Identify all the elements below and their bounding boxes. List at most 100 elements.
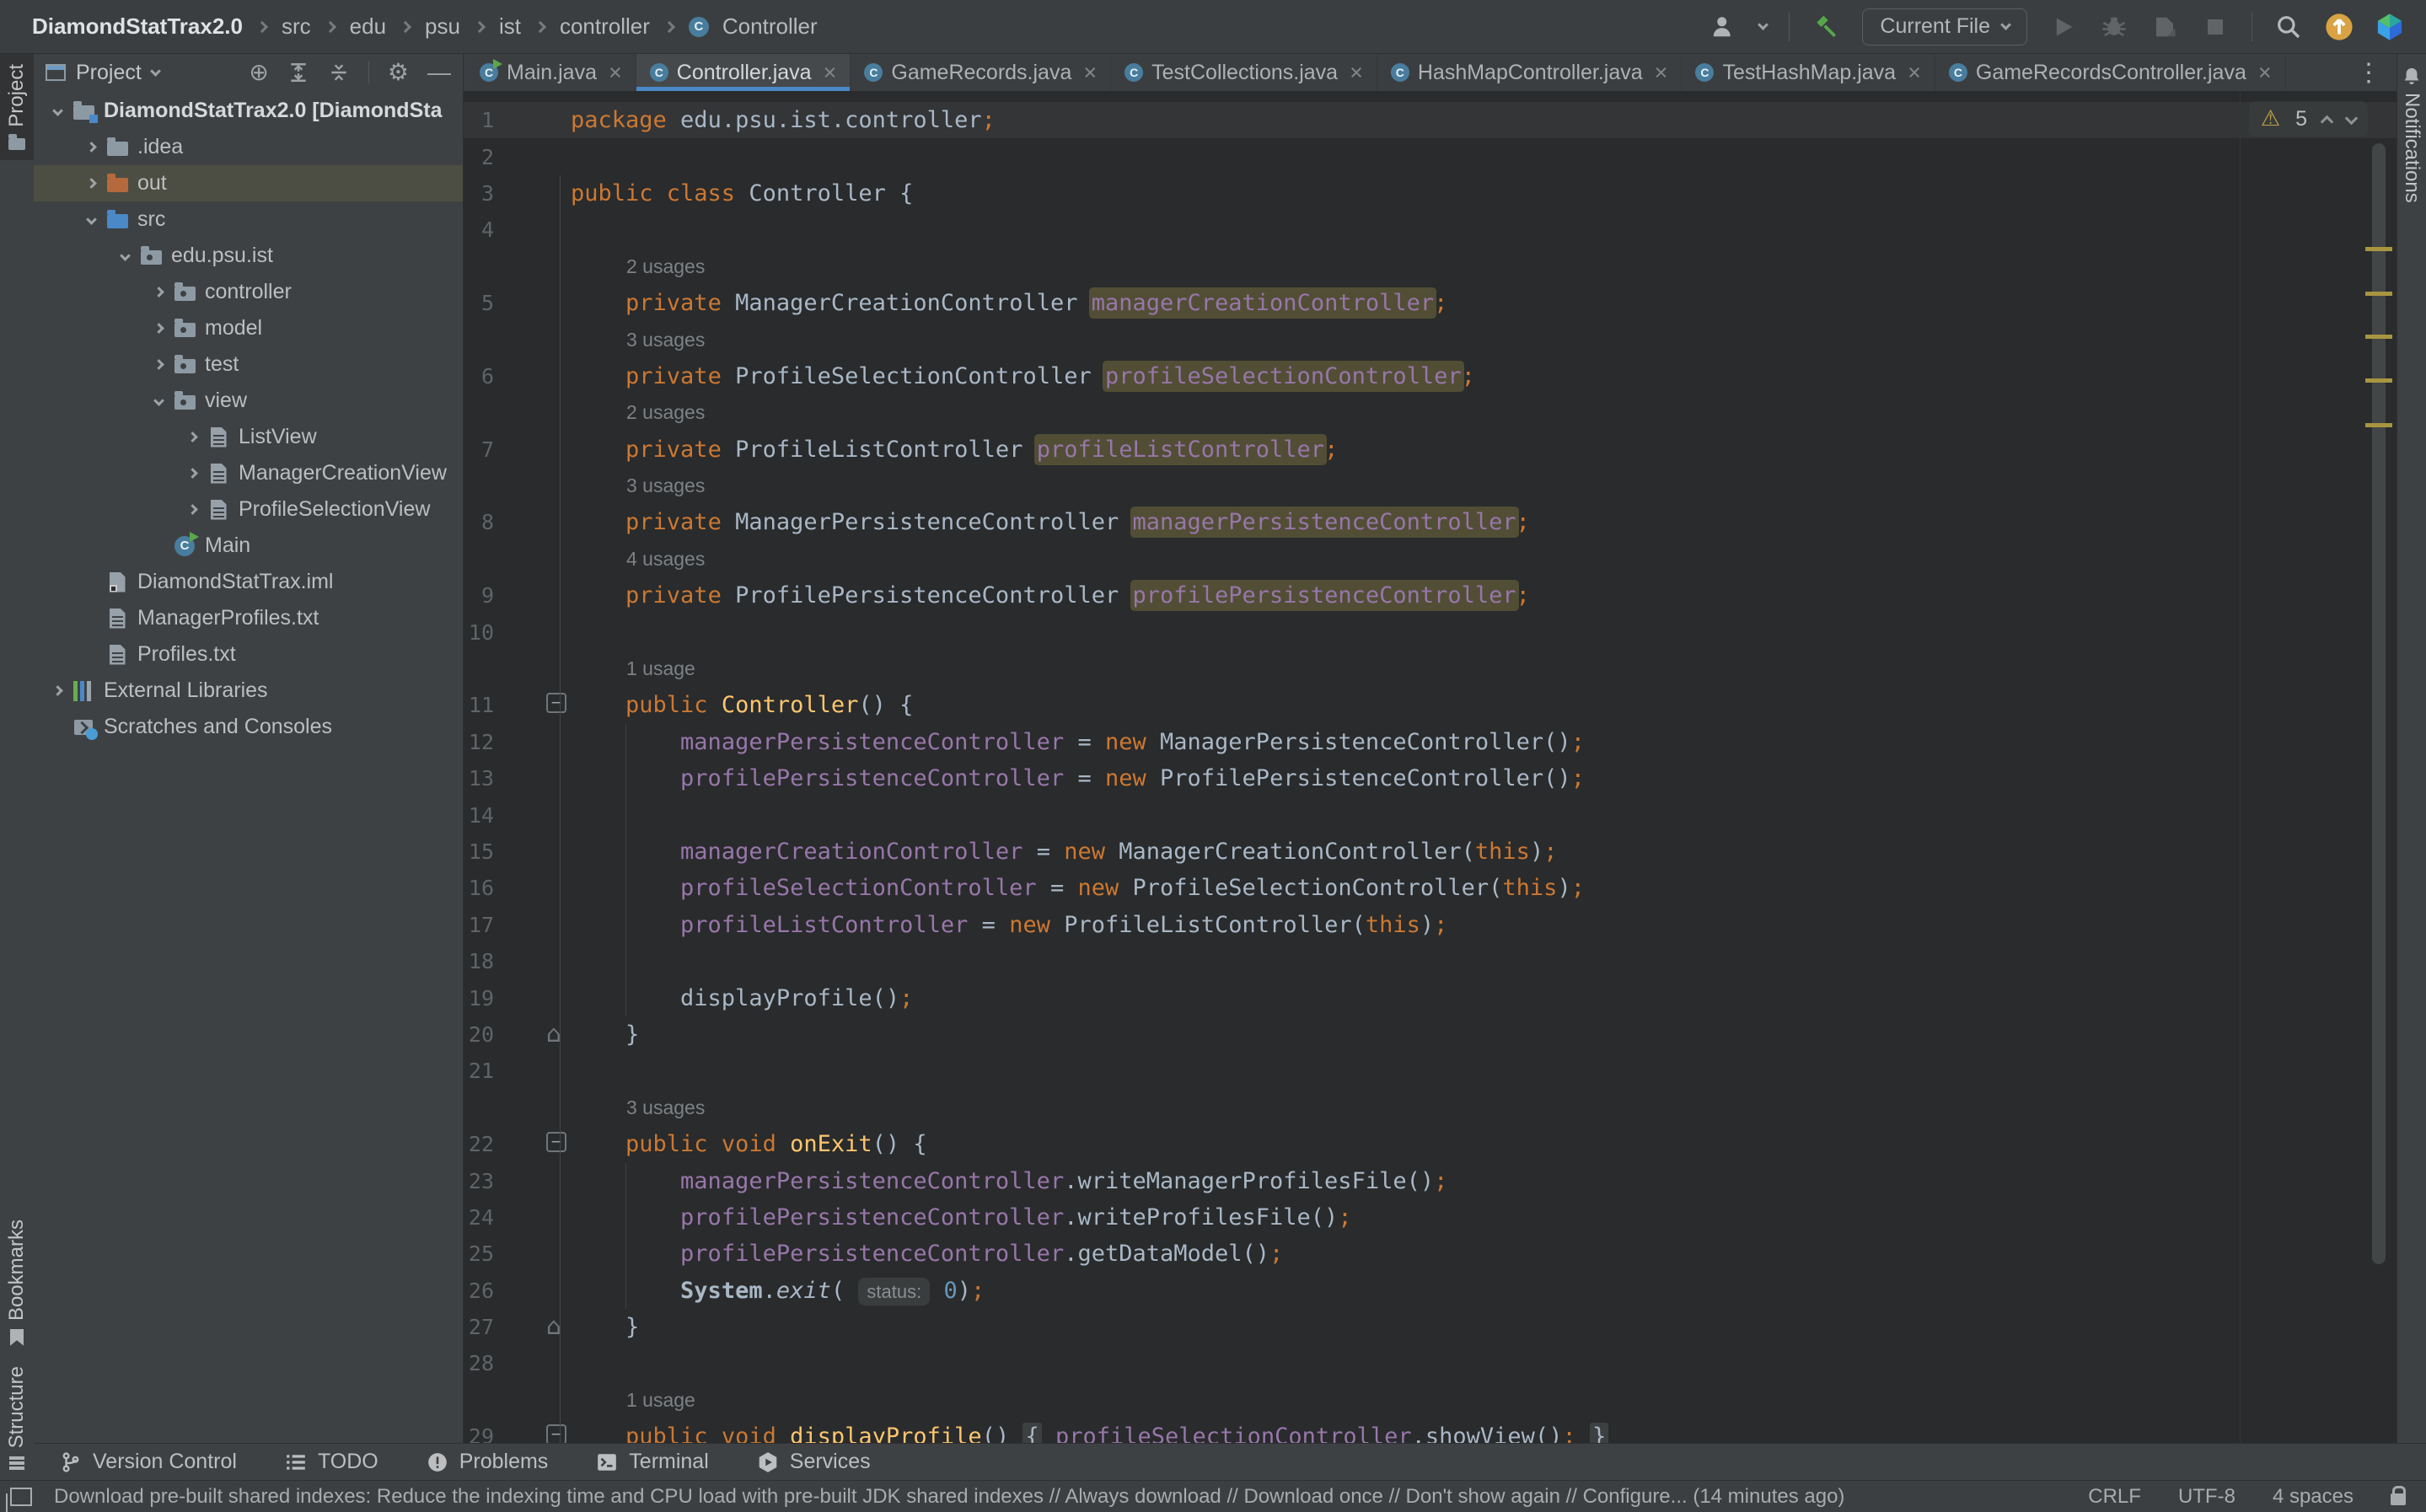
chevron-down-icon[interactable] <box>52 105 63 116</box>
fold-collapse-icon[interactable]: − <box>546 1132 566 1152</box>
breadcrumb[interactable]: DiamondStatTrax2.0srcedupsuistcontroller… <box>0 13 818 40</box>
close-tab-icon[interactable]: × <box>2258 60 2272 86</box>
chevron-right-icon[interactable] <box>187 504 198 515</box>
stop-button[interactable] <box>2201 13 2230 41</box>
line-number[interactable]: 17 <box>464 913 494 937</box>
debug-button[interactable] <box>2100 13 2128 41</box>
tree-item-listview[interactable]: ListView <box>34 419 464 455</box>
locate-file-icon[interactable]: ⊕ <box>249 61 268 84</box>
tree-item-test[interactable]: test <box>34 346 464 383</box>
breadcrumb-item[interactable]: src <box>282 13 311 40</box>
tab-testcollections-java[interactable]: CTestCollections.java× <box>1111 54 1377 91</box>
breadcrumb-item[interactable]: controller <box>560 13 650 40</box>
line-number[interactable]: 2 <box>464 145 494 169</box>
line-number[interactable]: 28 <box>464 1351 494 1375</box>
code-line-27[interactable]: 27⌂ } <box>464 1309 2396 1345</box>
line-number[interactable]: 11 <box>464 693 494 717</box>
profiler-button[interactable] <box>2150 13 2179 41</box>
user-profile-icon[interactable] <box>1709 13 1737 41</box>
line-number[interactable]: 26 <box>464 1279 494 1303</box>
toolwindow-button-version-control[interactable]: Version Control <box>59 1450 237 1474</box>
breadcrumb-item[interactable]: DiamondStatTrax2.0 <box>32 13 243 40</box>
code-line-21[interactable]: 21 <box>464 1053 2396 1089</box>
status-message[interactable]: Download pre-built shared indexes: Reduc… <box>54 1485 1844 1509</box>
tree-item-model[interactable]: model <box>34 310 464 346</box>
code-line-5[interactable]: 5 private ManagerCreationController mana… <box>464 285 2396 321</box>
close-tab-icon[interactable]: × <box>1083 60 1097 86</box>
ide-logo-icon[interactable] <box>2375 13 2404 41</box>
tree-item-out[interactable]: out <box>34 165 464 201</box>
code-line-8[interactable]: 8 private ManagerPersistenceController m… <box>464 504 2396 540</box>
build-hammer-icon[interactable] <box>1811 13 1840 41</box>
close-tab-icon[interactable]: × <box>824 60 837 86</box>
line-number[interactable]: 8 <box>464 510 494 534</box>
chevron-right-icon[interactable] <box>52 685 63 696</box>
indent-indicator[interactable]: 4 spaces <box>2273 1485 2354 1509</box>
code-line-19[interactable]: 19 displayProfile(); <box>464 979 2396 1016</box>
layout-windows-icon[interactable] <box>10 1488 32 1506</box>
line-number[interactable]: 5 <box>464 291 494 315</box>
code-line-10[interactable]: 10 <box>464 614 2396 650</box>
code-line-22[interactable]: 22− public void onExit() { <box>464 1126 2396 1162</box>
line-number[interactable]: 6 <box>464 364 494 389</box>
encoding-indicator[interactable]: UTF-8 <box>2178 1485 2235 1509</box>
usages-hint[interactable]: 3 usages <box>571 329 705 351</box>
line-number[interactable]: 27 <box>464 1315 494 1339</box>
tree-item-profileselectionview[interactable]: ProfileSelectionView <box>34 491 464 528</box>
tree-item-src[interactable]: src <box>34 201 464 238</box>
settings-gear-icon[interactable]: ⚙ <box>388 61 409 84</box>
fold-end-icon[interactable]: ⌂ <box>546 1020 561 1048</box>
stripe-button-bookmarks[interactable]: Bookmarks <box>0 1209 34 1356</box>
breadcrumb-item[interactable]: Controller <box>722 13 818 40</box>
chevron-right-icon[interactable] <box>187 468 198 479</box>
code-line-17[interactable]: 17 profileListController = new ProfileLi… <box>464 907 2396 943</box>
search-everywhere-icon[interactable] <box>2274 13 2303 41</box>
tree-item-profiles-txt[interactable]: Profiles.txt <box>34 636 464 673</box>
code-line-6[interactable]: 6 private ProfileSelectionController pro… <box>464 358 2396 394</box>
toolwindow-button-todo[interactable]: TODO <box>284 1450 378 1474</box>
run-button[interactable] <box>2049 13 2078 41</box>
tree-item-managercreationview[interactable]: ManagerCreationView <box>34 455 464 491</box>
tree-item-scratches-and-consoles[interactable]: Scratches and Consoles <box>34 709 464 745</box>
code-line-7[interactable]: 7 private ProfileListController profileL… <box>464 432 2396 468</box>
tab-gamerecords-java[interactable]: CGameRecords.java× <box>851 54 1111 91</box>
code-line-2[interactable]: 2 <box>464 138 2396 174</box>
toolwindow-button-terminal[interactable]: Terminal <box>595 1450 708 1474</box>
line-number[interactable]: 23 <box>464 1169 494 1193</box>
code-line-29[interactable]: 29− public void displayProfile() { profi… <box>464 1418 2396 1443</box>
stripe-button-structure[interactable]: Structure <box>0 1356 34 1480</box>
breadcrumb-item[interactable]: ist <box>499 13 521 40</box>
close-tab-icon[interactable]: × <box>609 60 622 86</box>
code-editor[interactable]: 1package edu.psu.ist.controller;23public… <box>464 91 2396 1443</box>
close-tab-icon[interactable]: × <box>1350 60 1363 86</box>
code-line-13[interactable]: 13 profilePersistenceController = new Pr… <box>464 760 2396 796</box>
chevron-down-icon[interactable] <box>120 250 131 261</box>
line-number[interactable]: 7 <box>464 437 494 462</box>
tree-item-edu-psu-ist[interactable]: edu.psu.ist <box>34 238 464 274</box>
line-number[interactable]: 19 <box>464 986 494 1011</box>
line-number[interactable]: 1 <box>464 108 494 132</box>
tab-hashmapcontroller-java[interactable]: CHashMapController.java× <box>1377 54 1683 91</box>
collapse-all-icon[interactable] <box>328 62 350 83</box>
prev-warning-icon[interactable] <box>2321 115 2334 128</box>
usages-hint[interactable]: 2 usages <box>571 255 705 278</box>
code-line-1[interactable]: 1package edu.psu.ist.controller; <box>464 102 2396 138</box>
tab-main-java[interactable]: CMain.java× <box>466 54 636 91</box>
line-number[interactable]: 21 <box>464 1059 494 1083</box>
chevron-right-icon[interactable] <box>153 323 164 334</box>
chevron-down-icon[interactable] <box>86 214 97 225</box>
line-number[interactable]: 24 <box>464 1205 494 1230</box>
tree-item-diamondstattrax2-0-diamondsta[interactable]: DiamondStatTrax2.0 [DiamondSta <box>34 93 464 129</box>
line-number[interactable]: 29 <box>464 1424 494 1443</box>
tab-testhashmap-java[interactable]: CTestHashMap.java× <box>1682 54 1935 91</box>
bell-icon[interactable] <box>2402 66 2421 86</box>
line-number[interactable]: 4 <box>464 217 494 242</box>
line-number[interactable]: 9 <box>464 583 494 608</box>
usages-hint[interactable]: 4 usages <box>571 548 705 571</box>
line-number[interactable]: 18 <box>464 949 494 973</box>
line-number[interactable]: 25 <box>464 1241 494 1266</box>
line-number[interactable]: 3 <box>464 181 494 206</box>
next-warning-icon[interactable] <box>2345 111 2359 125</box>
chevron-right-icon[interactable] <box>153 287 164 298</box>
line-number[interactable]: 22 <box>464 1132 494 1156</box>
